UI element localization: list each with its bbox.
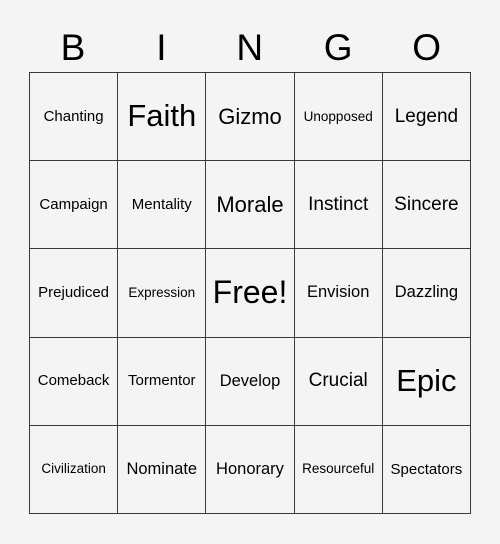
bingo-header-letter-g: G	[323, 26, 354, 68]
bingo-cell[interactable]: Mentality	[118, 161, 207, 250]
bingo-cell[interactable]: Expression	[118, 249, 207, 338]
bingo-cell[interactable]: Civilization	[30, 425, 119, 514]
bingo-cell-label: Expression	[128, 284, 196, 300]
bingo-cell[interactable]: Morale	[206, 161, 295, 250]
bingo-cell[interactable]: Legend	[382, 73, 471, 162]
bingo-cell[interactable]: Sincere	[382, 161, 471, 250]
bingo-cell[interactable]: Instinct	[294, 161, 383, 250]
bingo-cell-label: Crucial	[308, 370, 368, 392]
bingo-cell[interactable]: Gizmo	[206, 73, 295, 162]
bingo-header-row: BINGO	[29, 22, 471, 72]
bingo-card: BINGO Chanting Faith Gizmo Unopposed Legend C…	[0, 0, 500, 544]
bingo-cell[interactable]: Crucial	[294, 337, 383, 426]
bingo-cell[interactable]: Unopposed	[294, 73, 383, 162]
bingo-cell-label: Comeback	[37, 372, 110, 390]
bingo-header-letter-i: I	[156, 26, 167, 68]
bingo-cell-label: Prejudiced	[38, 284, 110, 302]
bingo-cell[interactable]: Dazzling	[382, 249, 471, 338]
bingo-cell-label: Gizmo	[218, 104, 282, 130]
bingo-cell[interactable]: Resourceful	[294, 425, 383, 514]
bingo-cell-label: Legend	[394, 105, 459, 127]
bingo-cell[interactable]: Comeback	[30, 337, 119, 426]
bingo-cell-label: Mentality	[131, 195, 192, 213]
bingo-cell[interactable]: Epic	[382, 337, 471, 426]
bingo-cell-label: Free!	[212, 274, 288, 311]
bingo-cell-label: Resourceful	[302, 461, 375, 477]
bingo-header-letter-b: B	[60, 26, 86, 68]
bingo-cell-label: Campaign	[39, 195, 108, 213]
bingo-cell[interactable]: Tormentor	[118, 337, 207, 426]
bingo-cell-label: Envision	[307, 283, 370, 302]
bingo-grid: Chanting Faith Gizmo Unopposed Legend Campaig…	[29, 72, 471, 514]
bingo-cell-label: Tormentor	[128, 372, 196, 390]
bingo-header-letter-n: N	[236, 26, 264, 68]
bingo-free-cell[interactable]: Free!	[206, 249, 295, 338]
bingo-cell[interactable]: Develop	[206, 337, 295, 426]
bingo-cell-label: Instinct	[308, 193, 369, 215]
bingo-cell[interactable]: Nominate	[118, 425, 207, 514]
bingo-cell-label: Spectators	[390, 460, 463, 478]
bingo-cell-label: Civilization	[41, 461, 106, 477]
bingo-cell-label: Sincere	[394, 193, 459, 215]
bingo-cell-label: Morale	[216, 192, 284, 218]
bingo-cell[interactable]: Faith	[118, 73, 207, 162]
bingo-cell-label: Chanting	[43, 107, 104, 125]
bingo-cell[interactable]: Spectators	[382, 425, 471, 514]
bingo-cell-label: Nominate	[126, 459, 198, 478]
bingo-cell-label: Unopposed	[303, 108, 373, 124]
bingo-cell-label: Faith	[127, 98, 197, 134]
bingo-cell[interactable]: Prejudiced	[30, 249, 119, 338]
bingo-cell[interactable]: Chanting	[30, 73, 119, 162]
bingo-cell-label: Honorary	[216, 459, 284, 478]
bingo-cell[interactable]: Honorary	[206, 425, 295, 514]
bingo-cell-label: Dazzling	[394, 283, 459, 302]
bingo-header-letter-o: O	[412, 26, 442, 68]
bingo-cell-label: Epic	[396, 362, 457, 398]
bingo-cell-label: Develop	[219, 371, 281, 390]
bingo-cell[interactable]: Envision	[294, 249, 383, 338]
bingo-cell[interactable]: Campaign	[30, 161, 119, 250]
